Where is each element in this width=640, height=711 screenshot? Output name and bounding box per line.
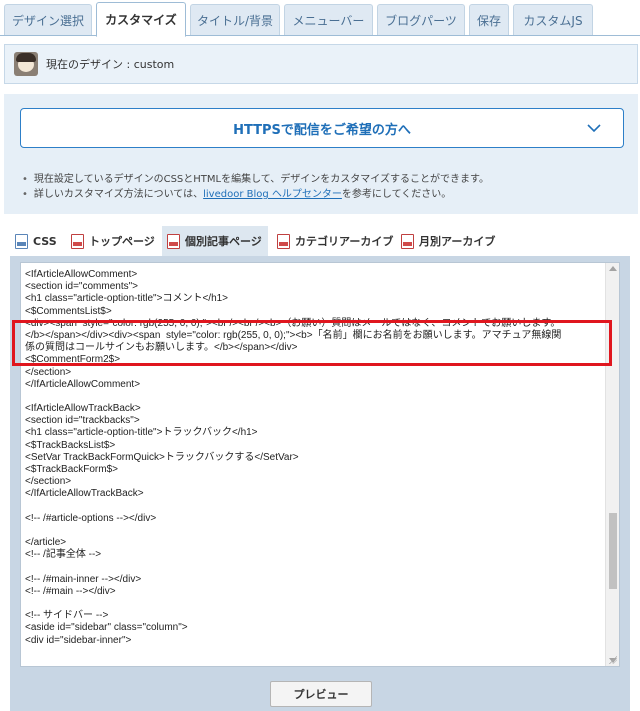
code-line: <!-- /#main --></div> xyxy=(25,585,116,597)
html-file-icon xyxy=(71,233,84,249)
avatar xyxy=(14,52,38,76)
preview-button[interactable]: プレビュー xyxy=(270,681,372,707)
code-line: <$CommentsList$> xyxy=(25,305,112,317)
help-center-link[interactable]: livedoor Blog ヘルプセンター xyxy=(203,189,342,200)
code-line: <h1 class="article-option-title">コメント</h… xyxy=(25,293,229,305)
tab-title-background[interactable]: タイトル/背景 xyxy=(190,4,280,35)
code-line: </b></span></div><div><span style="color… xyxy=(25,329,562,341)
current-design-bar: 現在のデザイン : custom xyxy=(4,44,638,84)
code-line: <section id="trackbacks"> xyxy=(25,415,140,427)
https-banner-label: HTTPSで配信をご希望の方へ xyxy=(233,122,411,138)
code-line: <$TrackBacksList$> xyxy=(25,439,116,451)
info-list: 現在設定しているデザインのCSSとHTMLを編集して、デザインをカスタマイズする… xyxy=(22,172,489,202)
code-line: </IfArticleAllowTrackBack> xyxy=(25,488,144,500)
code-line: <h1 class="article-option-title">トラックバック… xyxy=(25,427,258,439)
code-line: <!-- サイドバー --> xyxy=(25,610,109,622)
file-tab-monthly-archive[interactable]: 月別アーカイブ xyxy=(396,226,500,256)
https-banner-button[interactable]: HTTPSで配信をご希望の方へ xyxy=(20,108,624,148)
code-line: <!-- /記事全体 --> xyxy=(25,549,102,561)
code-line: <aside id="sidebar" class="column"> xyxy=(25,622,188,634)
tab-custom-js[interactable]: カスタムJS xyxy=(513,4,593,35)
code-line: <$CommentForm2$> xyxy=(25,354,121,366)
chevron-down-icon xyxy=(587,124,601,133)
code-line: </section> xyxy=(25,476,72,488)
file-tab-article-page[interactable]: 個別記事ページ xyxy=(162,226,268,256)
code-text[interactable]: <IfArticleAllowComment> <section id="comm… xyxy=(25,269,605,647)
scroll-thumb[interactable] xyxy=(609,513,617,589)
code-line: <$TrackBackForm$> xyxy=(25,464,118,475)
tab-customize[interactable]: カスタマイズ xyxy=(96,2,186,37)
tab-menu-bar[interactable]: メニューバー xyxy=(284,4,373,35)
code-line: <SetVar TrackBackFormQuick>トラックバックする</Se… xyxy=(25,451,299,463)
file-tab-category-archive[interactable]: カテゴリアーカイブ xyxy=(272,226,396,256)
tab-design-select[interactable]: デザイン選択 xyxy=(4,4,92,35)
html-file-icon xyxy=(401,233,414,249)
css-file-icon xyxy=(15,233,28,249)
scroll-up-icon[interactable] xyxy=(609,266,617,271)
code-line: <!-- /#article-options --></div> xyxy=(25,512,157,524)
code-line: <IfArticleAllowTrackBack> xyxy=(25,403,141,415)
info-item: 現在設定しているデザインのCSSとHTMLを編集して、デザインをカスタマイズする… xyxy=(22,172,489,187)
top-tab-bar: デザイン選択 カスタマイズ タイトル/背景 メニューバー ブログパーツ 保存 カ… xyxy=(0,0,640,37)
html-file-icon xyxy=(277,233,290,249)
info-item: 詳しいカスタマイズ方法については、livedoor Blog ヘルプセンターを参… xyxy=(22,187,489,202)
code-line: </IfArticleAllowComment> xyxy=(25,378,141,390)
code-line: <div id="sidebar-inner"> xyxy=(25,634,132,646)
current-design-label: 現在のデザイン : custom xyxy=(46,58,175,71)
resize-grip-icon[interactable] xyxy=(609,656,617,664)
code-line: <div><span style="color: rgb(255, 0, 0);… xyxy=(25,317,561,329)
editor-panel: <IfArticleAllowComment> <section id="comm… xyxy=(10,256,630,711)
file-tab-top-page[interactable]: トップページ xyxy=(66,226,162,256)
editor-scrollbar[interactable] xyxy=(605,263,619,666)
code-line: </section> xyxy=(25,366,72,378)
code-line: <section id="comments"> xyxy=(25,281,138,293)
tab-blog-parts[interactable]: ブログパーツ xyxy=(377,4,465,35)
tab-save[interactable]: 保存 xyxy=(469,4,509,35)
file-tab-bar: CSS トップページ 個別記事ページ カテゴリアーカイブ 月別アーカイブ xyxy=(10,226,630,256)
html-file-icon xyxy=(167,233,180,249)
file-tab-css[interactable]: CSS xyxy=(10,226,66,256)
info-panel: HTTPSで配信をご希望の方へ 現在設定しているデザインのCSSとHTMLを編集… xyxy=(4,94,638,214)
code-line: </article> xyxy=(25,537,67,549)
code-line: <IfArticleAllowComment> xyxy=(25,269,138,280)
code-line: 係の質問はコールサインもお願いします。</b></span></div> xyxy=(25,342,298,354)
code-line: <!-- /#main-inner --></div> xyxy=(25,573,142,585)
code-editor[interactable]: <IfArticleAllowComment> <section id="comm… xyxy=(20,262,620,667)
